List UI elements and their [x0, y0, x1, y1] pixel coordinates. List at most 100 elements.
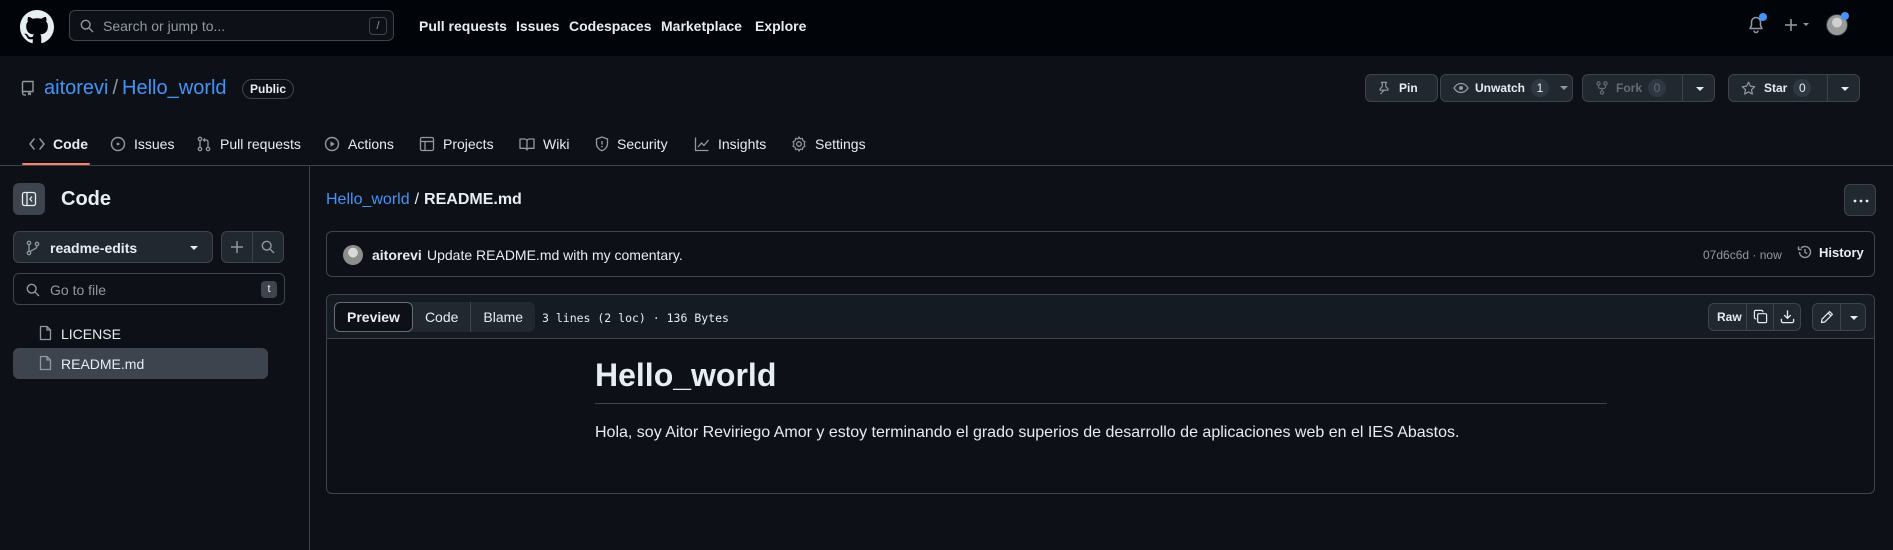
search-files-button[interactable] — [252, 231, 284, 263]
search-icon — [26, 283, 40, 297]
commit-time: now — [1759, 248, 1782, 262]
nav-issues[interactable]: Issues — [516, 18, 560, 34]
download-raw-button[interactable] — [1773, 303, 1801, 331]
tab-wiki[interactable]: Wiki — [519, 134, 569, 154]
pin-icon — [1379, 81, 1389, 95]
view-mode-segmented-control: Preview Code Blame — [334, 302, 536, 332]
repo-owner-link[interactable]: aitorevi — [44, 77, 108, 99]
tab-code-label: Code — [53, 136, 88, 152]
raw-label: Raw — [1717, 310, 1742, 324]
history-label: History — [1819, 244, 1864, 260]
file-viewer: Preview Code Blame 3 lines (2 loc) · 136… — [326, 294, 1875, 494]
file-info: 3 lines (2 loc) · 136 Bytes — [542, 311, 729, 325]
file-tree-item-readme[interactable]: README.md — [13, 348, 268, 379]
create-new-dropdown[interactable] — [1784, 17, 1812, 33]
commit-author-avatar[interactable] — [343, 245, 363, 265]
active-tab-indicator — [22, 163, 90, 165]
view-mode-blame[interactable]: Blame — [470, 302, 535, 332]
file-icon — [39, 325, 52, 341]
repo-icon — [21, 80, 34, 96]
readme-paragraph: Hola, soy Aitor Reviriego Amor y estoy t… — [595, 424, 1460, 441]
tab-security[interactable]: Security — [595, 134, 668, 154]
tab-wiki-label: Wiki — [543, 136, 570, 152]
branch-selector[interactable]: readme-edits — [13, 231, 213, 263]
github-logo-icon[interactable] — [20, 10, 54, 44]
commit-meta: 07d6c6d · now — [1703, 248, 1782, 262]
unwatch-button[interactable]: Unwatch 1 — [1440, 74, 1573, 102]
view-mode-preview[interactable]: Preview — [334, 302, 413, 332]
breadcrumb-repo-link[interactable]: Hello_world — [326, 191, 410, 208]
global-header: Search or jump to... / Pull requests Iss… — [0, 0, 1893, 56]
download-icon — [1780, 310, 1795, 324]
go-to-file-shortcut-key: t — [261, 281, 277, 298]
repo-title: aitorevi / Hello_world — [44, 77, 227, 100]
fork-count: 0 — [1648, 79, 1667, 97]
history-button[interactable]: History — [1797, 244, 1864, 260]
more-options-button[interactable] — [1844, 184, 1876, 216]
graph-icon — [694, 137, 710, 152]
copy-icon — [1753, 309, 1768, 324]
chevron-down-icon — [1560, 86, 1569, 90]
collapse-sidebar-button[interactable] — [13, 183, 45, 215]
star-label[interactable]: Star — [1764, 81, 1787, 95]
chevron-down-icon — [190, 246, 198, 250]
nav-marketplace[interactable]: Marketplace — [661, 18, 742, 34]
go-to-file-input[interactable]: Go to file t — [13, 273, 285, 305]
readme-heading: Hello_world — [595, 355, 1607, 404]
tab-settings-label: Settings — [815, 136, 866, 152]
sidebar-collapse-icon — [21, 191, 37, 207]
edit-file-button[interactable] — [1812, 303, 1841, 331]
copy-raw-button[interactable] — [1746, 303, 1774, 331]
tab-code[interactable]: Code — [29, 134, 88, 154]
commit-author-link[interactable]: aitorevi — [372, 247, 422, 263]
commit-message-link[interactable]: Update README.md with my comentary. — [427, 247, 683, 263]
global-search-input[interactable]: Search or jump to... / — [69, 10, 394, 41]
tab-issues-label: Issues — [134, 136, 175, 152]
kebab-horizontal-icon — [1853, 199, 1869, 203]
repo-title-separator: / — [112, 77, 119, 99]
tab-projects[interactable]: Projects — [419, 134, 494, 154]
fork-dropdown-chevron-icon[interactable] — [1695, 86, 1705, 92]
tab-settings[interactable]: Settings — [791, 134, 866, 154]
add-file-button[interactable] — [221, 231, 253, 263]
fork-split-divider — [1682, 75, 1683, 101]
plus-icon — [1785, 19, 1809, 31]
file-tree-sidebar: Code readme-edits Go to file t LICENSE R… — [0, 166, 310, 550]
nav-explore[interactable]: Explore — [755, 18, 806, 34]
sidebar-title: Code — [61, 188, 111, 210]
pin-button[interactable]: Pin — [1365, 74, 1438, 102]
tab-issues[interactable]: Issues — [110, 134, 174, 154]
raw-button[interactable]: Raw — [1708, 303, 1747, 331]
breadcrumb-current-file: README.md — [424, 191, 522, 208]
tab-insights-label: Insights — [718, 136, 767, 152]
search-placeholder: Search or jump to... — [103, 18, 226, 34]
chevron-down-icon — [1850, 316, 1858, 320]
nav-pull-requests[interactable]: Pull requests — [419, 18, 507, 34]
file-icon — [39, 355, 52, 371]
nav-codespaces[interactable]: Codespaces — [569, 18, 651, 34]
tab-actions[interactable]: Actions — [324, 134, 394, 154]
tab-security-label: Security — [617, 136, 668, 152]
repo-tabs: Code Issues Pull requests Actions Projec… — [0, 128, 1893, 166]
search-icon — [80, 19, 94, 33]
unwatch-label: Unwatch — [1475, 81, 1526, 95]
view-mode-code[interactable]: Code — [413, 302, 470, 332]
pin-label: Pin — [1399, 81, 1418, 95]
tab-pull-requests[interactable]: Pull requests — [196, 134, 301, 154]
file-tree-item-label: LICENSE — [61, 326, 121, 342]
file-tree-item-license[interactable]: LICENSE — [13, 318, 268, 349]
repo-name-link[interactable]: Hello_world — [122, 77, 227, 99]
breadcrumb-separator: / — [414, 191, 420, 208]
tab-insights[interactable]: Insights — [694, 134, 766, 154]
star-split-divider — [1827, 75, 1828, 101]
tab-projects-label: Projects — [443, 136, 494, 152]
commit-meta-dot: · — [1752, 248, 1757, 262]
eye-icon — [1453, 82, 1469, 94]
commit-sha-link[interactable]: 07d6c6d — [1703, 248, 1749, 262]
table-icon — [419, 136, 435, 152]
search-shortcut-key: / — [369, 17, 387, 35]
edit-options-dropdown[interactable] — [1840, 303, 1866, 331]
fork-label[interactable]: Fork — [1616, 81, 1642, 95]
visibility-badge: Public — [242, 79, 295, 99]
star-dropdown-chevron-icon[interactable] — [1840, 86, 1850, 92]
